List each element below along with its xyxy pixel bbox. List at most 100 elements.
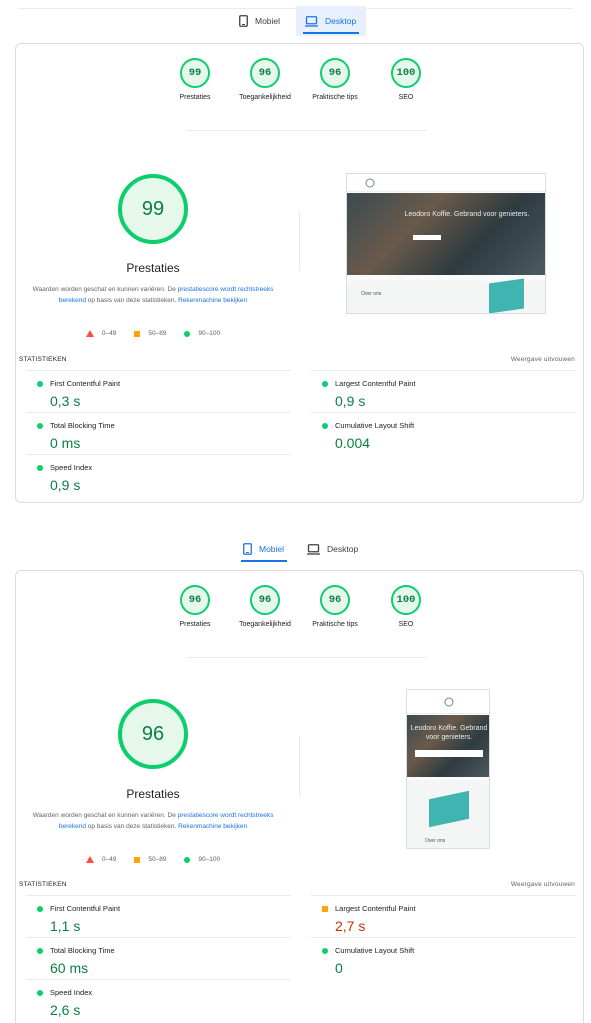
- desc-text: op basis van deze statistieken.: [85, 823, 179, 830]
- report-card-desktop: 99 Prestaties 96 Toegankelijkheid 96 Pra…: [15, 43, 584, 503]
- tab-desktop[interactable]: Desktop: [296, 6, 366, 36]
- tab-mobile-label: Mobiel: [259, 544, 285, 554]
- gauge-label: SEO: [398, 621, 414, 628]
- tab-desktop-label: Desktop: [325, 16, 357, 26]
- metric-name: Total Blocking Time: [50, 421, 115, 430]
- active-tab-indicator: [303, 32, 359, 34]
- metric-name: Cumulative Layout Shift: [335, 946, 415, 955]
- expand-view-link[interactable]: Weergave uitvouwen: [511, 881, 575, 888]
- page-screenshot: Leodoro Koffie. Gebrand voor genieters. …: [406, 689, 490, 849]
- legend-pass: 90–100: [184, 330, 220, 337]
- legend-fail-label: 0–49: [101, 856, 117, 863]
- screenshot-nav: [347, 174, 545, 192]
- metric-lcp: Largest Contentful Paint 2,7 s: [311, 895, 576, 937]
- score-gauges: 99 Prestaties 96 Toegankelijkheid 96 Pra…: [16, 58, 583, 118]
- tab-mobile[interactable]: Mobiel: [230, 6, 289, 36]
- pass-dot-icon: [322, 423, 328, 429]
- tab-desktop-label: Desktop: [327, 544, 359, 554]
- legend-average: 50–89: [134, 330, 166, 337]
- score-gauges: 96 Prestaties 96 Toegankelijkheid 96 Pra…: [16, 585, 583, 645]
- legend-pass: 90–100: [184, 856, 220, 863]
- metric-lcp: Largest Contentful Paint 0,9 s: [311, 370, 576, 412]
- legend-average: 50–89: [134, 856, 166, 863]
- triangle-icon: [85, 330, 94, 337]
- screenshot-hero-text: Leodoro Koffie. Gebrand voor genieters.: [404, 211, 530, 218]
- metric-name: Largest Contentful Paint: [335, 379, 416, 388]
- metric-speed-index: Speed Index 2,6 s: [26, 979, 291, 1021]
- gauge-seo[interactable]: 100 SEO: [361, 585, 451, 628]
- tab-mobile[interactable]: Mobiel: [234, 534, 294, 564]
- metric-name: Cumulative Layout Shift: [335, 421, 415, 430]
- performance-score-gauge: 99: [118, 174, 188, 244]
- metric-tbt: Total Blocking Time 0 ms: [26, 412, 291, 454]
- desktop-icon: [305, 15, 318, 27]
- expand-view-link[interactable]: Weergave uitvouwen: [511, 356, 575, 363]
- pass-dot-icon: [37, 381, 43, 387]
- legend-fail: 0–49: [85, 330, 117, 337]
- tab-mobile-label: Mobiel: [255, 16, 281, 26]
- legend-average-label: 50–89: [148, 856, 167, 863]
- metric-fcp: First Contentful Paint 0,3 s: [26, 370, 291, 412]
- pass-dot-icon: [37, 423, 43, 429]
- legend-pass-label: 90–100: [198, 856, 221, 863]
- pass-dot-icon: [37, 948, 43, 954]
- screenshot-hero-text: Leodoro Koffie. Gebrand voor genieters.: [410, 725, 488, 741]
- screenshot-image: [489, 278, 524, 313]
- screenshot-section-text: Over ons: [361, 291, 382, 297]
- gauge-score: 96: [250, 585, 280, 615]
- report-card-mobile: 96 Prestaties 96 Toegankelijkheid 96 Pra…: [15, 570, 584, 1023]
- legend-fail-label: 0–49: [101, 330, 117, 337]
- gauge-seo[interactable]: 100 SEO: [361, 58, 451, 101]
- pass-dot-icon: [322, 948, 328, 954]
- gauge-score: 100: [391, 58, 421, 88]
- active-tab-indicator: [241, 560, 287, 562]
- stats-header: STATISTIEKEN Weergave uitvouwen: [16, 356, 583, 370]
- performance-score-gauge: 96: [118, 699, 188, 769]
- performance-description: Waarden worden geschat en kunnen variëre…: [28, 284, 278, 306]
- metric-value: 0.004: [335, 435, 371, 451]
- square-icon: [134, 330, 141, 337]
- metric-value: 0: [335, 960, 343, 976]
- pass-dot-icon: [37, 990, 43, 996]
- metric-cls: Cumulative Layout Shift 0: [311, 937, 576, 979]
- metric-value: 2,6 s: [50, 1002, 81, 1018]
- metric-value: 0,9 s: [335, 393, 366, 409]
- metric-name: Total Blocking Time: [50, 946, 115, 955]
- metric-name: Largest Contentful Paint: [335, 904, 416, 913]
- divider: [187, 657, 427, 658]
- device-tabs: Mobiel Desktop: [0, 6, 591, 36]
- screenshot-nav: [407, 690, 489, 714]
- metric-value: 0,3 s: [50, 393, 81, 409]
- legend-average-label: 50–89: [148, 330, 167, 337]
- metric-value: 60 ms: [50, 960, 89, 976]
- circle-icon: [184, 330, 191, 337]
- metric-name: First Contentful Paint: [50, 904, 121, 913]
- screenshot-hero: [347, 193, 545, 275]
- desc-text: Waarden worden geschat en kunnen variëre…: [32, 812, 178, 819]
- metric-name: Speed Index: [50, 988, 93, 997]
- desktop-icon: [307, 543, 320, 555]
- calculator-link[interactable]: Rekenmachine bekijken: [178, 823, 247, 830]
- metric-tbt: Total Blocking Time 60 ms: [26, 937, 291, 979]
- performance-title: Prestaties: [126, 787, 180, 801]
- gauge-score: 96: [250, 58, 280, 88]
- screenshot-section-text: Over ons: [425, 838, 446, 844]
- score-legend: 0–49 50–89 90–100: [28, 330, 278, 337]
- gauge-score: 96: [320, 58, 350, 88]
- calculator-link[interactable]: Rekenmachine bekijken: [178, 297, 247, 304]
- desc-text: op basis van deze statistieken.: [85, 297, 179, 304]
- metric-fcp: First Contentful Paint 1,1 s: [26, 895, 291, 937]
- gauge-label: SEO: [398, 94, 414, 101]
- average-square-icon: [322, 906, 328, 912]
- phone-icon: [239, 15, 248, 27]
- tab-desktop[interactable]: Desktop: [298, 534, 367, 564]
- metric-name: Speed Index: [50, 463, 93, 472]
- screenshot-button: [415, 750, 483, 757]
- device-tabs: Mobiel Desktop: [0, 534, 591, 564]
- performance-title: Prestaties: [126, 261, 180, 275]
- pass-dot-icon: [37, 465, 43, 471]
- metric-value: 1,1 s: [50, 918, 81, 934]
- square-icon: [134, 856, 141, 863]
- gauge-score: 96: [320, 585, 350, 615]
- pass-dot-icon: [37, 906, 43, 912]
